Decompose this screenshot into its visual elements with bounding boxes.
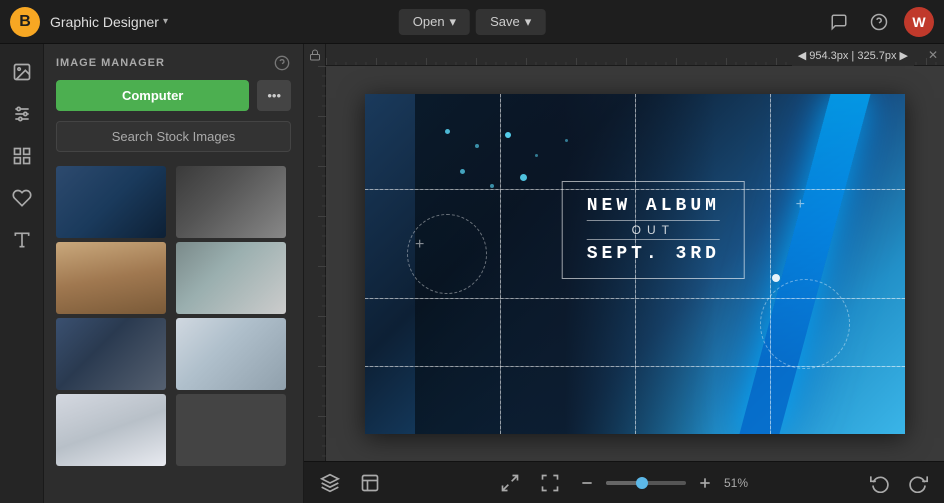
topnav: B Graphic Designer ▾ Open ▾ Save ▾: [0, 0, 944, 44]
panel-help-button[interactable]: [273, 54, 291, 72]
topnav-center-actions: Open ▾ Save ▾: [399, 9, 546, 35]
image-thumb-4[interactable]: [176, 242, 286, 314]
image-thumb-8[interactable]: [176, 394, 286, 466]
coords-text: ◀ 954.3px | 325.7px ▶: [798, 49, 908, 62]
grid-tool-button[interactable]: [4, 138, 40, 174]
zoom-out-button[interactable]: [574, 470, 600, 496]
zoom-slider[interactable]: [606, 481, 686, 485]
ruler-close-button[interactable]: ✕: [922, 44, 944, 66]
chat-button[interactable]: [824, 7, 854, 37]
fullscreen-button[interactable]: [534, 467, 566, 499]
image-thumb-1[interactable]: [56, 166, 166, 238]
logo-letter: B: [19, 13, 31, 31]
ruler-vertical: [304, 66, 326, 461]
undo-button[interactable]: [864, 467, 896, 499]
image-grid: [44, 162, 303, 470]
zoom-controls: 51%: [574, 470, 756, 496]
image-thumb-3[interactable]: [56, 242, 166, 314]
image-thumb-7[interactable]: [56, 394, 166, 466]
image-thumb-5[interactable]: [56, 318, 166, 390]
app-logo[interactable]: B: [10, 7, 40, 37]
app-name-container[interactable]: Graphic Designer ▾: [50, 14, 168, 30]
redo-button[interactable]: [902, 467, 934, 499]
panel-header: IMAGE MANAGER: [44, 44, 303, 80]
open-button[interactable]: Open ▾: [399, 9, 470, 35]
app-name-chevron: ▾: [163, 16, 168, 27]
canvas-content[interactable]: + + NEW ALBUM OUT SEPT. 3RD: [365, 94, 905, 434]
plus-marker-right: +: [796, 196, 805, 214]
canvas-text-line3: SEPT. 3RD: [587, 244, 720, 264]
layers-button[interactable]: [314, 467, 346, 499]
canvas-text-box[interactable]: NEW ALBUM OUT SEPT. 3RD: [562, 181, 745, 279]
fit-to-screen-button[interactable]: [494, 467, 526, 499]
heart-tool-button[interactable]: [4, 180, 40, 216]
icon-sidebar: [0, 44, 44, 503]
dotted-circle-1: [407, 214, 487, 294]
ruler-horizontal: ◀ 954.3px | 325.7px ▶ ✕: [304, 44, 944, 66]
canvas-area: ◀ 954.3px | 325.7px ▶ ✕: [304, 44, 944, 503]
canvas-background: + + NEW ALBUM OUT SEPT. 3RD: [365, 94, 905, 434]
app-name-label: Graphic Designer: [50, 14, 159, 30]
open-label: Open: [413, 14, 445, 29]
stock-images-button[interactable]: Search Stock Images: [56, 121, 291, 152]
computer-upload-button[interactable]: Computer: [56, 80, 249, 111]
help-button[interactable]: [864, 7, 894, 37]
zoom-percentage: 51%: [724, 476, 756, 490]
ruler-coordinates: ◀ 954.3px | 325.7px ▶: [792, 44, 914, 66]
image-thumb-6[interactable]: [176, 318, 286, 390]
bottom-toolbar: 51%: [304, 461, 944, 503]
panel-upload-row: Computer •••: [44, 80, 303, 121]
guide-v1: [500, 94, 501, 434]
image-thumb-2[interactable]: [176, 166, 286, 238]
canvas-text-line1: NEW ALBUM: [587, 196, 720, 216]
pages-button[interactable]: [354, 467, 386, 499]
left-panel: IMAGE MANAGER Computer ••• Search Stock …: [44, 44, 304, 503]
dotted-circle-2: [760, 279, 850, 369]
main-area: IMAGE MANAGER Computer ••• Search Stock …: [0, 44, 944, 503]
more-options-button[interactable]: •••: [257, 80, 291, 111]
guide-v3: [770, 94, 771, 434]
canvas-text-line2: OUT: [587, 220, 720, 240]
save-button[interactable]: Save ▾: [476, 9, 545, 35]
panel-title: IMAGE MANAGER: [56, 57, 165, 69]
topnav-right-actions: W: [824, 7, 934, 37]
canvas-wrapper[interactable]: + + NEW ALBUM OUT SEPT. 3RD: [326, 66, 944, 461]
history-controls: [864, 467, 934, 499]
save-chevron: ▾: [525, 14, 532, 30]
text-tool-button[interactable]: [4, 222, 40, 258]
open-chevron: ▾: [450, 14, 457, 30]
canvas-scroll: + + NEW ALBUM OUT SEPT. 3RD: [304, 66, 944, 461]
avatar-letter: W: [912, 14, 925, 30]
save-label: Save: [490, 14, 520, 29]
white-dot: [772, 274, 780, 282]
lock-icon: [304, 44, 326, 66]
neon-light-bar: [739, 94, 870, 434]
user-avatar[interactable]: W: [904, 7, 934, 37]
sliders-tool-button[interactable]: [4, 96, 40, 132]
image-tool-button[interactable]: [4, 54, 40, 90]
zoom-in-button[interactable]: [692, 470, 718, 496]
